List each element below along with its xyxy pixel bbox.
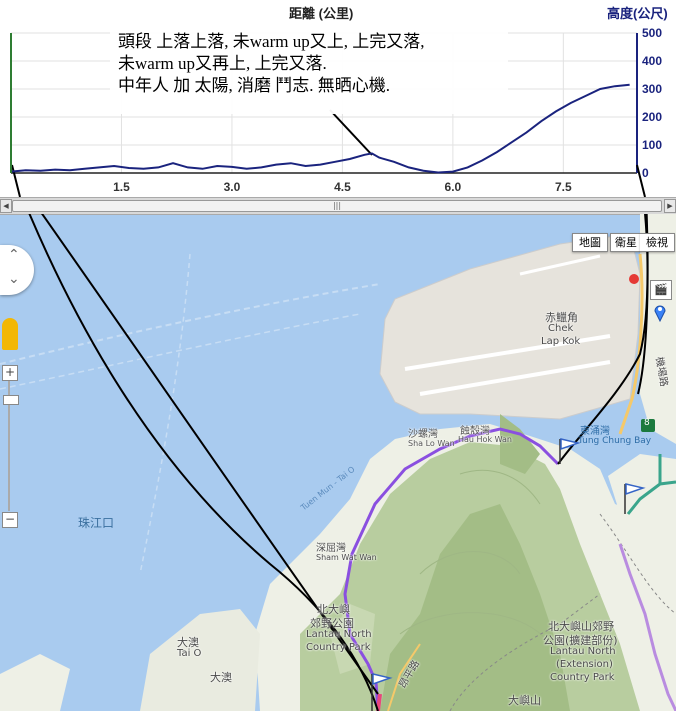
annotation-line-1: 頭段 上落上落, 未warm up又上, 上完又落, (118, 32, 425, 51)
scroll-left-arrow-icon[interactable]: ◀ (0, 199, 12, 213)
y-tick-label: 200 (642, 110, 662, 124)
zoom-in-button[interactable]: + (2, 365, 18, 381)
zoom-out-button[interactable]: − (2, 512, 18, 528)
chart-scrollbar[interactable]: ◀ ||| ▶ (0, 197, 676, 215)
map-type-view-button[interactable]: 檢視 (640, 233, 675, 252)
map-label: Sham Wat Wan (316, 553, 377, 562)
map-label: 大澳 (210, 671, 232, 684)
video-icon[interactable]: 🎬 (650, 280, 672, 300)
location-pin-icon[interactable] (653, 302, 667, 323)
map-label: Chek (548, 323, 574, 334)
route-shield-label: 8 (644, 418, 650, 428)
map-type-satellite-button[interactable]: 衛星 (610, 233, 641, 252)
annotation-pointer (11, 164, 21, 197)
y-axis-title: 高度(公尺) (607, 6, 668, 21)
map-label: Tung Chung Bay (578, 436, 652, 446)
annotation-line-2: 未warm up又再上, 上完又落. (118, 54, 327, 73)
map-label: (Extension) (556, 659, 613, 670)
elevation-chart: 500 400 300 200 100 0 1.5 3.0 4.5 6.0 7.5 距離 (公里) … (0, 0, 676, 197)
street-view-pegman-icon[interactable] (2, 318, 18, 350)
pan-down-icon[interactable]: ⌄ (8, 271, 20, 287)
x-tick-label: 3.0 (224, 180, 241, 194)
annotation-line-3: 中年人 加 太陽, 消磨 鬥志. 無晒心機. (118, 76, 390, 95)
map-label: Sha Lo Wan (408, 439, 455, 448)
map-label: Country Park (550, 672, 615, 683)
map-label: Lantau North (550, 646, 616, 657)
map-label: 東涌灣 (580, 426, 610, 437)
zoom-slider-handle[interactable] (3, 395, 19, 405)
map-view[interactable]: 赤鱲角 Chek Lap Kok 沙螺灣 Sha Lo Wan 蝕殼灣 Hau … (0, 214, 676, 711)
map-label: 大嶼山 (508, 694, 541, 707)
map-label: Hau Hok Wan (458, 435, 512, 444)
y-tick-label: 0 (642, 166, 649, 180)
y-tick-label: 300 (642, 82, 662, 96)
map-label: 珠江口 (78, 516, 115, 530)
map-label: 沙螺灣 (408, 429, 438, 440)
pan-up-icon[interactable]: ⌃ (8, 247, 20, 263)
map-type-map-button[interactable]: 地圖 (572, 233, 608, 252)
scroll-right-arrow-icon[interactable]: ▶ (664, 199, 676, 213)
map-label: Lantau North (306, 629, 372, 640)
y-tick-label: 400 (642, 54, 662, 68)
chart-title: 距離 (公里) (289, 6, 354, 21)
map-label: Country Park (306, 642, 371, 653)
x-tick-label: 7.5 (555, 180, 572, 194)
x-tick-label: 4.5 (334, 180, 351, 194)
scroll-thumb[interactable]: ||| (12, 200, 662, 212)
y-tick-label: 500 (642, 26, 662, 40)
x-tick-label: 1.5 (113, 180, 130, 194)
x-tick-label: 6.0 (445, 180, 462, 194)
annotation-note: 頭段 上落上落, 未warm up又上, 上完又落, 未warm up又再上, … (110, 30, 508, 114)
mtr-station-icon (629, 274, 639, 284)
map-label: Tai O (177, 648, 202, 659)
map-label: Lap Kok (541, 336, 581, 347)
map-label: 深屈灣 (316, 543, 346, 554)
y-tick-label: 100 (642, 138, 662, 152)
